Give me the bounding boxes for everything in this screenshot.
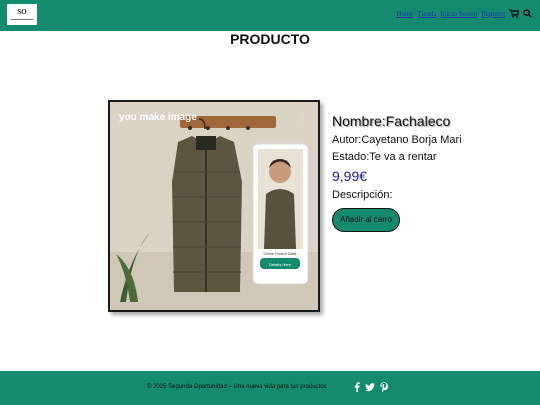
nav-link-home[interactable]: Home	[396, 10, 413, 18]
twitter-icon[interactable]	[365, 382, 375, 392]
logo-underline	[11, 19, 33, 20]
product-price: 9,99€	[332, 168, 368, 184]
watermark-menu-icon: ⋮	[300, 115, 306, 122]
cart-icon[interactable]	[509, 9, 519, 18]
social-links	[354, 382, 388, 392]
product-photo: Details Here Online Product Sales you ma…	[110, 102, 318, 310]
product-image: Details Here Online Product Sales you ma…	[108, 100, 320, 312]
search-icon[interactable]	[523, 9, 532, 18]
add-to-cart-button[interactable]: Añadir al carro	[332, 208, 401, 232]
nav-link-register[interactable]: Registro	[481, 10, 505, 18]
site-header: SO Home Tienda Inicio Sesión Registro	[0, 0, 540, 31]
footer-copyright: © 2025 Segunda Oportunidad – Una nueva v…	[147, 384, 327, 390]
nav-link-tienda[interactable]: Tienda	[417, 10, 436, 18]
product-name: Nombre:Fachaleco	[332, 113, 451, 129]
nav-link-login[interactable]: Inicio Sesión	[441, 10, 478, 18]
image-watermark: you make image	[119, 112, 197, 123]
page-title: PRODUCTO	[230, 31, 310, 47]
main-nav: Home Tienda Inicio Sesión Registro	[396, 9, 532, 18]
product-author: Autor:Cayetano Borja Mari	[332, 134, 462, 146]
image-card-button: Details Here	[269, 262, 292, 267]
logo-text: SO	[17, 8, 27, 16]
product-description: Descripción:	[332, 189, 393, 201]
site-logo[interactable]: SO	[7, 4, 37, 25]
pinterest-icon[interactable]	[380, 382, 388, 392]
product-state: Estado:Te va a rentar	[332, 151, 437, 163]
product-info: Nombre:Fachaleco Autor:Cayetano Borja Ma…	[332, 112, 532, 232]
facebook-icon[interactable]	[354, 382, 360, 392]
image-card-caption: Online Product Sales	[264, 252, 297, 256]
site-footer: © 2025 Segunda Oportunidad – Una nueva v…	[0, 371, 540, 405]
